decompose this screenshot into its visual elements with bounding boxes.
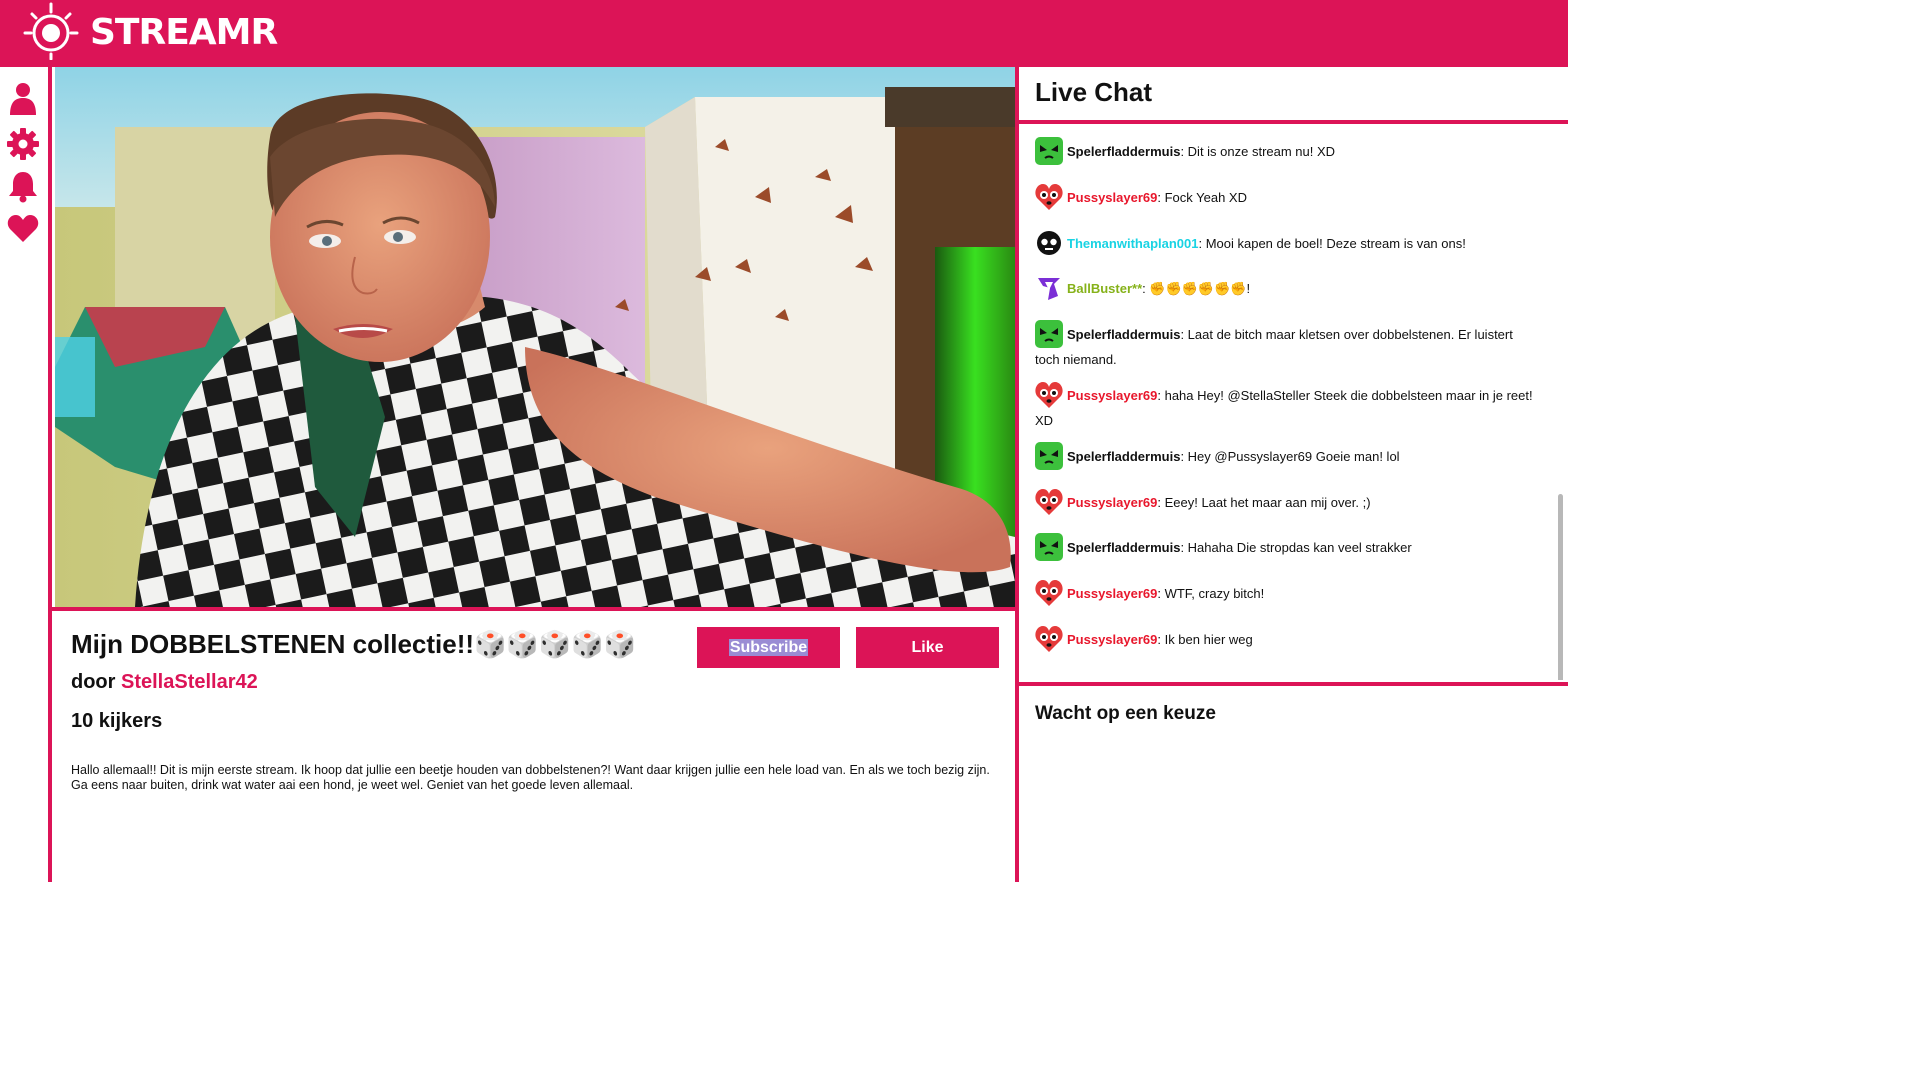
chat-message: Spelerfladdermuis: Hahaha Die stropdas k… xyxy=(1035,532,1535,561)
chat-text: : WTF, crazy bitch! xyxy=(1157,586,1265,601)
gear-icon[interactable] xyxy=(6,127,40,161)
alien-icon xyxy=(1035,319,1063,348)
chat-text: : Eeey! Laat het maar aan mij over. ;) xyxy=(1157,495,1371,510)
chat-message: BallBuster**: ✊✊✊✊✊✊! xyxy=(1035,277,1535,302)
heart-icon[interactable] xyxy=(6,211,40,245)
chat-text: : Ik ben hier weg xyxy=(1157,632,1253,647)
crown-icon xyxy=(1038,277,1060,300)
top-navigation-bar: STREAMR xyxy=(0,0,1568,67)
stream-author-line: door StellaStellar42 xyxy=(71,671,258,694)
chat-text: : Fock Yeah XD xyxy=(1157,190,1247,205)
stream-info-panel: Mijn DOBBELSTENEN collectie!!🎲🎲🎲🎲🎲 door … xyxy=(55,611,1015,882)
chat-text: : Mooi kapen de boel! Deze stream is van… xyxy=(1198,236,1466,251)
author-link[interactable]: StellaStellar42 xyxy=(121,671,258,693)
chat-username[interactable]: Spelerfladdermuis xyxy=(1067,144,1180,159)
heart-face-icon xyxy=(1035,381,1063,408)
subscribe-button[interactable]: Subscribe xyxy=(697,627,840,668)
heart-face-icon xyxy=(1035,625,1063,652)
chat-username[interactable]: Spelerfladdermuis xyxy=(1067,449,1180,464)
streamr-logo-icon[interactable] xyxy=(22,2,80,60)
like-button[interactable]: Like xyxy=(856,627,999,668)
chat-message: Spelerfladdermuis: Dit is onze stream nu… xyxy=(1035,136,1535,165)
chat-message: Themanwithaplan001: Mooi kapen de boel! … xyxy=(1035,230,1535,257)
chat-message: Pussyslayer69: Fock Yeah XD xyxy=(1035,183,1535,211)
skull-icon xyxy=(1037,230,1061,255)
stream-description: Hallo allemaal!! Dit is mijn eerste stre… xyxy=(71,763,990,792)
chat-message: Spelerfladdermuis: Hey @Pussyslayer69 Go… xyxy=(1035,441,1535,470)
heart-face-icon xyxy=(1035,488,1063,515)
chat-message: Pussyslayer69: WTF, crazy bitch! xyxy=(1035,579,1535,607)
chat-username[interactable]: Pussyslayer69 xyxy=(1067,632,1157,647)
chat-username[interactable]: Spelerfladdermuis xyxy=(1067,540,1180,555)
subscribe-label: Subscribe xyxy=(728,639,809,656)
webcam-video-frame xyxy=(55,67,1015,607)
brand-name[interactable]: STREAMR xyxy=(90,8,278,58)
chat-message: Spelerfladdermuis: Laat de bitch maar kl… xyxy=(1035,319,1535,371)
chat-bottom-divider xyxy=(1019,682,1568,686)
alien-icon xyxy=(1035,441,1063,470)
chat-scrollbar[interactable] xyxy=(1558,494,1563,680)
chat-message-list[interactable]: Spelerfladdermuis: Dit is onze stream nu… xyxy=(1019,124,1568,680)
stream-title: Mijn DOBBELSTENEN collectie!!🎲🎲🎲🎲🎲 xyxy=(71,629,636,659)
heart-face-icon xyxy=(1035,183,1063,210)
chat-username[interactable]: Pussyslayer69 xyxy=(1067,586,1157,601)
chat-username[interactable]: Themanwithaplan001 xyxy=(1067,236,1198,251)
poll-status-title: Wacht op een keuze xyxy=(1035,703,1216,724)
chat-text: : Hahaha Die stropdas kan veel strakker xyxy=(1180,540,1412,555)
chat-username[interactable]: Spelerfladdermuis xyxy=(1067,327,1180,342)
chat-message: Pussyslayer69: haha Hey! @StellaSteller … xyxy=(1035,381,1535,432)
chat-text: : ✊✊✊✊✊✊! xyxy=(1142,281,1251,296)
chat-message: Pussyslayer69: Ik ben hier weg xyxy=(1035,625,1535,653)
bell-icon[interactable] xyxy=(6,169,40,203)
chat-title: Live Chat xyxy=(1035,77,1153,107)
profile-icon[interactable] xyxy=(6,81,40,115)
chat-text: : Dit is onze stream nu! XD xyxy=(1180,144,1336,159)
chat-username[interactable]: BallBuster** xyxy=(1067,281,1142,296)
chat-username[interactable]: Pussyslayer69 xyxy=(1067,388,1157,403)
author-prefix: door xyxy=(71,671,116,693)
viewer-count: 10 kijkers xyxy=(71,710,163,732)
alien-icon xyxy=(1035,136,1063,165)
chat-message: Pussyslayer69: Eeey! Laat het maar aan m… xyxy=(1035,488,1535,516)
chat-username[interactable]: Pussyslayer69 xyxy=(1067,190,1157,205)
live-chat-panel: Live Chat Spelerfladdermuis: Dit is onze… xyxy=(1019,67,1568,882)
sidebar xyxy=(0,67,52,882)
video-player[interactable] xyxy=(55,67,1015,607)
chat-text: : Hey @Pussyslayer69 Goeie man! lol xyxy=(1180,449,1400,464)
heart-face-icon xyxy=(1035,579,1063,606)
chat-username[interactable]: Pussyslayer69 xyxy=(1067,495,1157,510)
alien-icon xyxy=(1035,532,1063,561)
